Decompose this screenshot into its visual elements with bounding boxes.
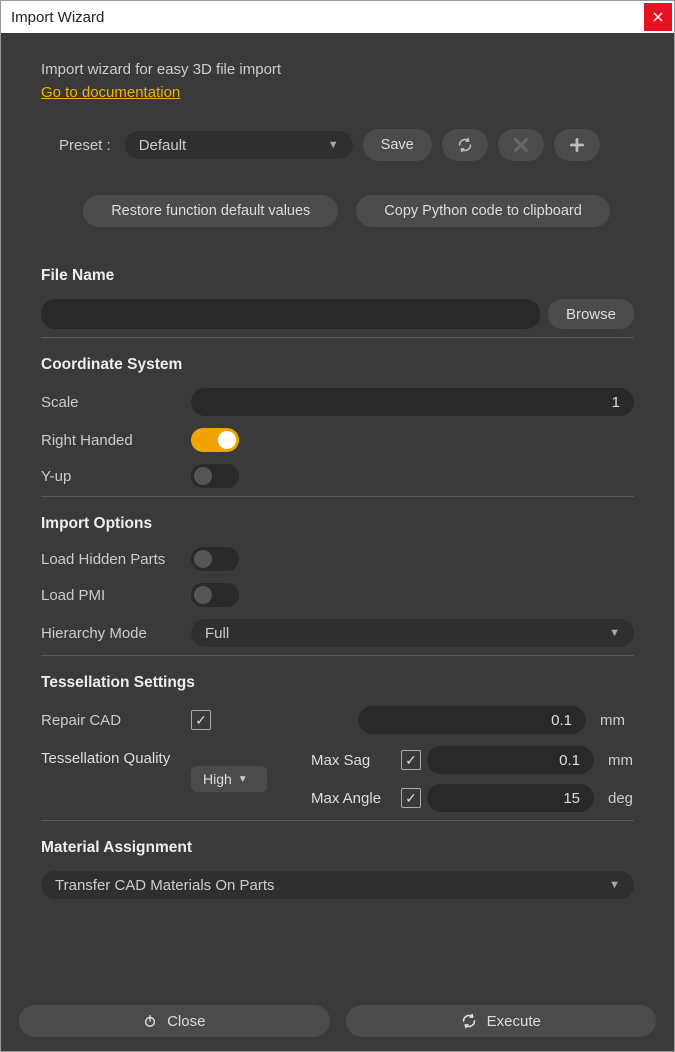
close-button[interactable]: Close	[19, 1005, 330, 1037]
chevron-down-icon: ▼	[328, 139, 339, 151]
separator	[41, 337, 634, 338]
repair-cad-value: 0.1	[551, 712, 572, 729]
separator	[41, 820, 634, 821]
y-up-toggle[interactable]	[191, 464, 239, 488]
preset-save-button[interactable]: Save	[363, 129, 432, 161]
right-handed-label: Right Handed	[41, 432, 191, 449]
material-assignment-heading: Material Assignment	[41, 839, 634, 857]
window-close-button[interactable]	[644, 3, 672, 31]
execute-button[interactable]: Execute	[346, 1005, 657, 1037]
right-handed-toggle[interactable]	[191, 428, 239, 452]
restore-defaults-button[interactable]: Restore function default values	[83, 195, 338, 227]
max-angle-value: 15	[563, 790, 580, 807]
coordinate-system-heading: Coordinate System	[41, 356, 634, 374]
max-sag-checkbox[interactable]	[401, 750, 421, 770]
max-sag-input[interactable]: 0.1	[427, 746, 594, 774]
load-hidden-toggle[interactable]	[191, 547, 239, 571]
preset-select[interactable]: Default ▼	[125, 131, 353, 159]
hierarchy-mode-label: Hierarchy Mode	[41, 625, 191, 642]
load-pmi-toggle[interactable]	[191, 583, 239, 607]
y-up-label: Y-up	[41, 468, 191, 485]
tess-quality-value: High	[203, 771, 232, 787]
max-angle-unit: deg	[608, 790, 642, 807]
power-icon	[143, 1014, 157, 1028]
refresh-icon	[457, 137, 473, 153]
scale-input[interactable]: 1	[191, 388, 634, 416]
repair-cad-unit: mm	[600, 712, 634, 729]
restore-defaults-label: Restore function default values	[111, 203, 310, 219]
load-pmi-label: Load PMI	[41, 587, 191, 604]
copy-python-button[interactable]: Copy Python code to clipboard	[356, 195, 610, 227]
tessellation-heading: Tessellation Settings	[41, 674, 634, 692]
tess-quality-select[interactable]: High ▼	[191, 766, 267, 792]
separator	[41, 655, 634, 656]
separator	[41, 496, 634, 497]
close-icon	[653, 12, 663, 22]
documentation-link[interactable]: Go to documentation	[41, 84, 180, 101]
max-angle-checkbox[interactable]	[401, 788, 421, 808]
browse-button[interactable]: Browse	[548, 299, 634, 329]
preset-refresh-button[interactable]	[442, 129, 488, 161]
chevron-down-icon: ▼	[609, 627, 620, 639]
material-mode-select[interactable]: Transfer CAD Materials On Parts ▼	[41, 871, 634, 899]
import-options-heading: Import Options	[41, 515, 634, 533]
preset-value: Default	[139, 137, 187, 154]
close-label: Close	[167, 1013, 205, 1030]
file-name-heading: File Name	[41, 267, 634, 285]
execute-label: Execute	[487, 1013, 541, 1030]
repair-cad-checkbox[interactable]	[191, 710, 211, 730]
chevron-down-icon: ▼	[238, 774, 248, 785]
hierarchy-mode-select[interactable]: Full ▼	[191, 619, 634, 647]
tess-quality-label: Tessellation Quality	[41, 746, 191, 767]
max-angle-label: Max Angle	[311, 790, 401, 807]
file-name-input[interactable]	[41, 299, 540, 329]
hierarchy-mode-value: Full	[205, 625, 229, 642]
preset-delete-button[interactable]	[498, 129, 544, 161]
max-sag-value: 0.1	[559, 752, 580, 769]
import-wizard-window: Import Wizard Import wizard for easy 3D …	[0, 0, 675, 1052]
preset-label: Preset :	[59, 137, 111, 154]
titlebar: Import Wizard	[1, 1, 674, 33]
dialog-footer: Close Execute	[1, 997, 674, 1051]
dialog-body: Import wizard for easy 3D file import Go…	[1, 33, 674, 1051]
load-hidden-label: Load Hidden Parts	[41, 551, 191, 568]
preset-save-label: Save	[381, 137, 414, 153]
max-angle-input[interactable]: 15	[427, 784, 594, 812]
delete-icon	[514, 138, 528, 152]
window-title: Import Wizard	[11, 9, 104, 26]
max-sag-label: Max Sag	[311, 752, 401, 769]
copy-python-label: Copy Python code to clipboard	[384, 203, 582, 219]
intro-text: Import wizard for easy 3D file import	[41, 61, 634, 78]
scale-value: 1	[612, 394, 620, 411]
content-area: Import wizard for easy 3D file import Go…	[1, 33, 674, 997]
browse-label: Browse	[566, 306, 616, 323]
preset-add-button[interactable]	[554, 129, 600, 161]
action-row: Restore function default values Copy Pyt…	[41, 195, 634, 227]
max-sag-unit: mm	[608, 752, 642, 769]
repair-cad-value-input[interactable]: 0.1	[358, 706, 586, 734]
plus-icon	[570, 138, 584, 152]
material-mode-value: Transfer CAD Materials On Parts	[55, 877, 275, 894]
repair-cad-label: Repair CAD	[41, 712, 191, 729]
refresh-icon	[461, 1013, 477, 1029]
preset-row: Preset : Default ▼ Save	[41, 129, 634, 161]
scale-label: Scale	[41, 394, 191, 411]
chevron-down-icon: ▼	[609, 879, 620, 891]
